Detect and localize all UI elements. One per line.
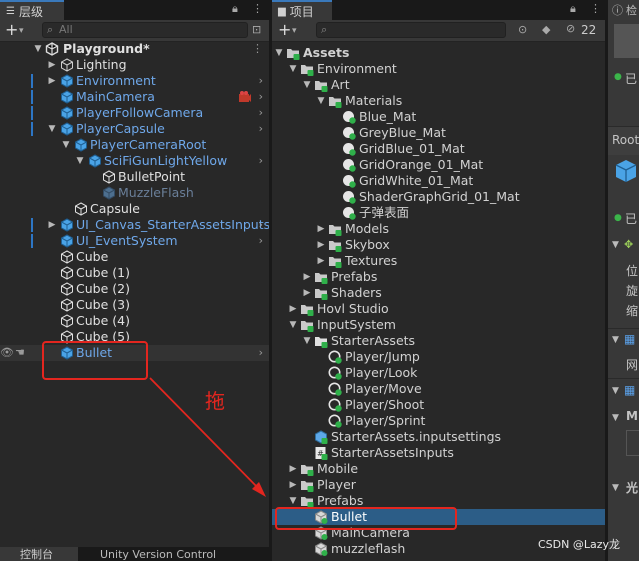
drag-annotation-text: 拖 [205,389,225,413]
drag-annotation-arrow [149,377,266,497]
watermark-text: CSDN @Lazy龙 [538,538,621,551]
